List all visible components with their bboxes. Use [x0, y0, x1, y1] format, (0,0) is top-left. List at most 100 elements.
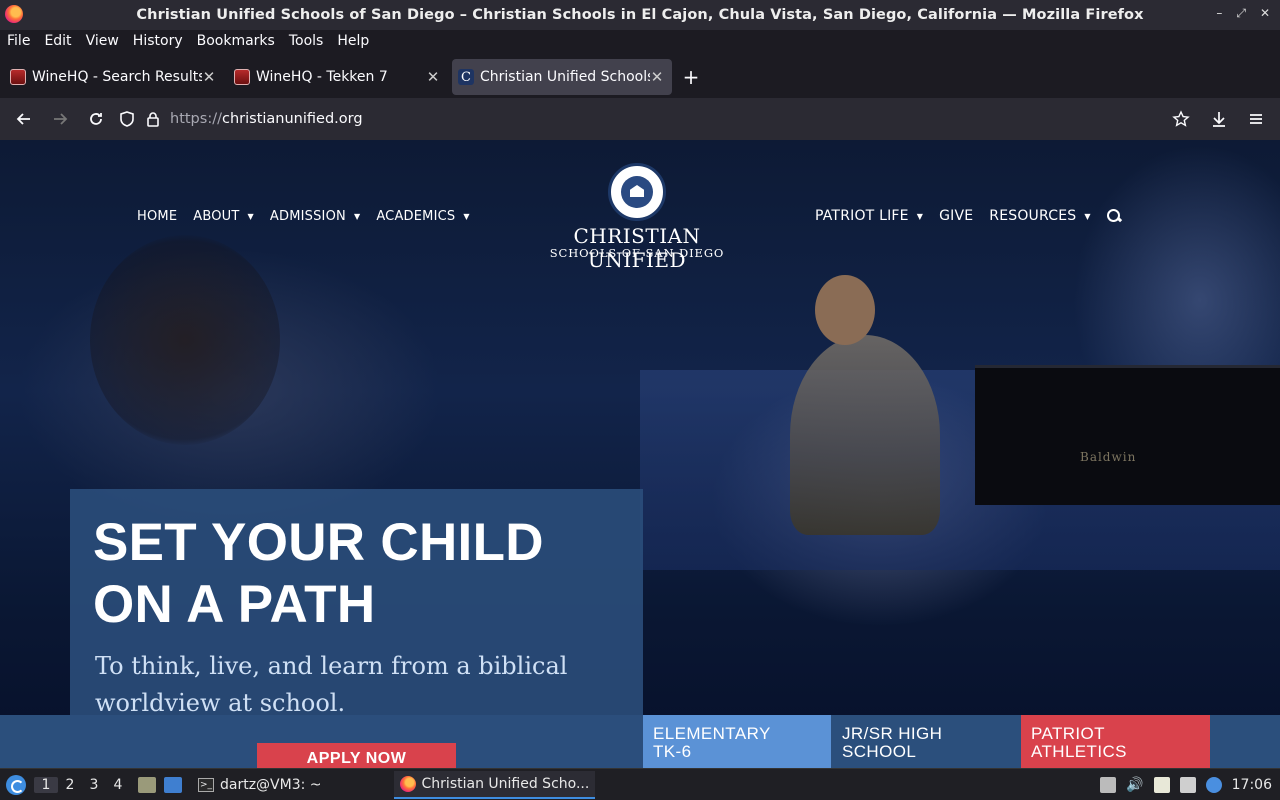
hero-title-line2: ON A PATH — [93, 575, 376, 634]
menu-bar: File Edit View History Bookmarks Tools H… — [0, 30, 1280, 52]
window-controls: – ⤢ ✕ — [1216, 6, 1270, 21]
shield-icon[interactable] — [118, 110, 136, 128]
download-icon — [1213, 112, 1225, 127]
workspace-switcher: 1 2 3 4 — [34, 776, 130, 793]
workspace-2[interactable]: 2 — [58, 777, 82, 793]
logo-subtitle[interactable]: SCHOOLS OF SAN DIEGO — [534, 246, 740, 260]
nav-label: RESOURCES — [989, 208, 1077, 224]
school-seal-logo[interactable] — [608, 163, 666, 221]
piano-brand-text: Baldwin — [1080, 450, 1137, 464]
url-protocol: https:// — [170, 111, 222, 127]
tile-jr-sr-high[interactable]: JR/SR HIGH SCHOOL — [832, 715, 1020, 768]
firefox-icon — [399, 775, 416, 792]
clipboard-icon[interactable] — [1153, 777, 1170, 793]
close-tab-icon[interactable]: ✕ — [650, 68, 664, 86]
nav-label: ACADEMICS — [376, 209, 456, 224]
updates-icon[interactable] — [1205, 777, 1222, 793]
workspace-3[interactable]: 3 — [82, 777, 106, 793]
search-icon — [1106, 209, 1121, 223]
menu-bookmarks[interactable]: Bookmarks — [197, 33, 275, 49]
caret-down-icon: ▼ — [916, 211, 924, 221]
tab-winehq-search[interactable]: WineHQ - Search Results ✕ — [4, 59, 224, 95]
hero-background-drummer — [90, 235, 280, 445]
winehq-icon — [10, 69, 26, 85]
tab-label: WineHQ - Tekken 7 — [256, 69, 388, 85]
tile-elementary[interactable]: ELEMENTARY TK-6 — [643, 715, 831, 768]
downloads-button[interactable] — [1205, 105, 1233, 133]
task-label: Christian Unified Scho... — [421, 775, 590, 792]
network-icon[interactable] — [1179, 777, 1196, 793]
tab-label: Christian Unified Schools — [480, 69, 650, 85]
menu-history[interactable]: History — [133, 33, 183, 49]
task-label: dartz@VM3: ~ — [220, 776, 322, 793]
site-nav-patriot-life[interactable]: PATRIOT LIFE ▼ — [815, 208, 923, 224]
system-tray: 🔊 17:06 — [1100, 769, 1280, 800]
site-nav-academics[interactable]: ACADEMICS ▼ — [376, 209, 469, 224]
close-tab-icon[interactable]: ✕ — [202, 68, 216, 86]
tile-line1: ELEMENTARY — [653, 724, 771, 743]
site-nav-resources[interactable]: RESOURCES ▼ — [989, 208, 1090, 224]
url-host: christianunified.org — [221, 111, 363, 127]
hamburger-icon — [1250, 114, 1262, 124]
caret-down-icon: ▼ — [463, 212, 470, 221]
tile-line2: ATHLETICS — [1031, 742, 1127, 761]
firefox-logo-icon — [5, 5, 23, 23]
site-nav-about[interactable]: ABOUT ▼ — [193, 209, 254, 224]
hero-background-pianist — [790, 335, 940, 535]
menu-file[interactable]: File — [7, 33, 30, 49]
clock[interactable]: 17:06 — [1232, 777, 1272, 793]
reload-button[interactable] — [82, 105, 110, 133]
winehq-icon — [234, 69, 250, 85]
menu-edit[interactable]: Edit — [44, 33, 71, 49]
apply-now-button[interactable]: APPLY NOW — [257, 743, 456, 768]
site-nav-home[interactable]: HOME — [137, 209, 177, 224]
nav-label: PATRIOT LIFE — [815, 208, 909, 224]
site-nav-admission[interactable]: ADMISSION ▼ — [270, 209, 360, 224]
app-menu-button[interactable] — [1242, 105, 1270, 133]
window-title: Christian Unified Schools of San Diego –… — [136, 7, 1144, 23]
menu-help[interactable]: Help — [337, 33, 369, 49]
workspace-4[interactable]: 4 — [106, 777, 130, 793]
site-search-button[interactable] — [1106, 208, 1121, 224]
nav-label: ADMISSION — [269, 209, 346, 224]
tab-winehq-tekken[interactable]: WineHQ - Tekken 7 ✕ — [228, 59, 448, 95]
nav-label: HOME — [137, 209, 178, 224]
workspace-1[interactable]: 1 — [34, 776, 58, 793]
start-menu-icon[interactable] — [6, 774, 26, 795]
volume-icon[interactable]: 🔊 — [1126, 777, 1143, 793]
nav-label: GIVE — [939, 208, 974, 224]
new-tab-button[interactable]: + — [676, 62, 706, 92]
tile-line2: SCHOOL — [842, 742, 917, 761]
tile-line2: TK-6 — [653, 742, 692, 761]
caret-down-icon: ▼ — [247, 212, 254, 221]
url-text[interactable]: https://christianunified.org — [170, 111, 363, 127]
menu-view[interactable]: View — [86, 33, 119, 49]
minimize-button[interactable]: – — [1216, 6, 1222, 21]
url-bar[interactable]: https://christianunified.org — [118, 103, 1206, 135]
lock-icon[interactable] — [144, 110, 162, 128]
task-firefox[interactable]: Christian Unified Scho... — [393, 770, 596, 799]
show-desktop-icon[interactable] — [164, 776, 182, 793]
site-nav-give[interactable]: GIVE — [939, 208, 973, 224]
site-nav-right: PATRIOT LIFE ▼ GIVE RESOURCES ▼ — [815, 208, 1121, 224]
tile-line1: PATRIOT — [1031, 724, 1105, 743]
close-tab-icon[interactable]: ✕ — [426, 68, 440, 86]
arrow-right-icon — [54, 113, 68, 125]
window-titlebar: Christian Unified Schools of San Diego –… — [0, 0, 1280, 30]
menu-tools[interactable]: Tools — [289, 33, 324, 49]
tab-christian-unified[interactable]: C Christian Unified Schools ✕ — [452, 59, 672, 95]
file-manager-icon[interactable] — [138, 776, 156, 793]
tab-label: WineHQ - Search Results — [32, 69, 202, 85]
tile-line1: JR/SR HIGH — [842, 724, 943, 743]
back-button[interactable] — [10, 105, 38, 133]
bookmark-star-button[interactable] — [1167, 105, 1195, 133]
task-terminal[interactable]: >_ dartz@VM3: ~ — [192, 771, 328, 799]
forward-button[interactable] — [46, 105, 74, 133]
hero-title-line1: SET YOUR CHILD — [93, 513, 544, 572]
maximize-button[interactable]: ⤢ — [1236, 6, 1246, 21]
tray-app-icon[interactable] — [1100, 777, 1117, 793]
tile-patriot-athletics[interactable]: PATRIOT ATHLETICS — [1021, 715, 1210, 768]
close-window-button[interactable]: ✕ — [1260, 6, 1270, 21]
hero-title: SET YOUR CHILD ON A PATH — [93, 512, 633, 636]
navigation-toolbar: https://christianunified.org — [0, 98, 1280, 140]
